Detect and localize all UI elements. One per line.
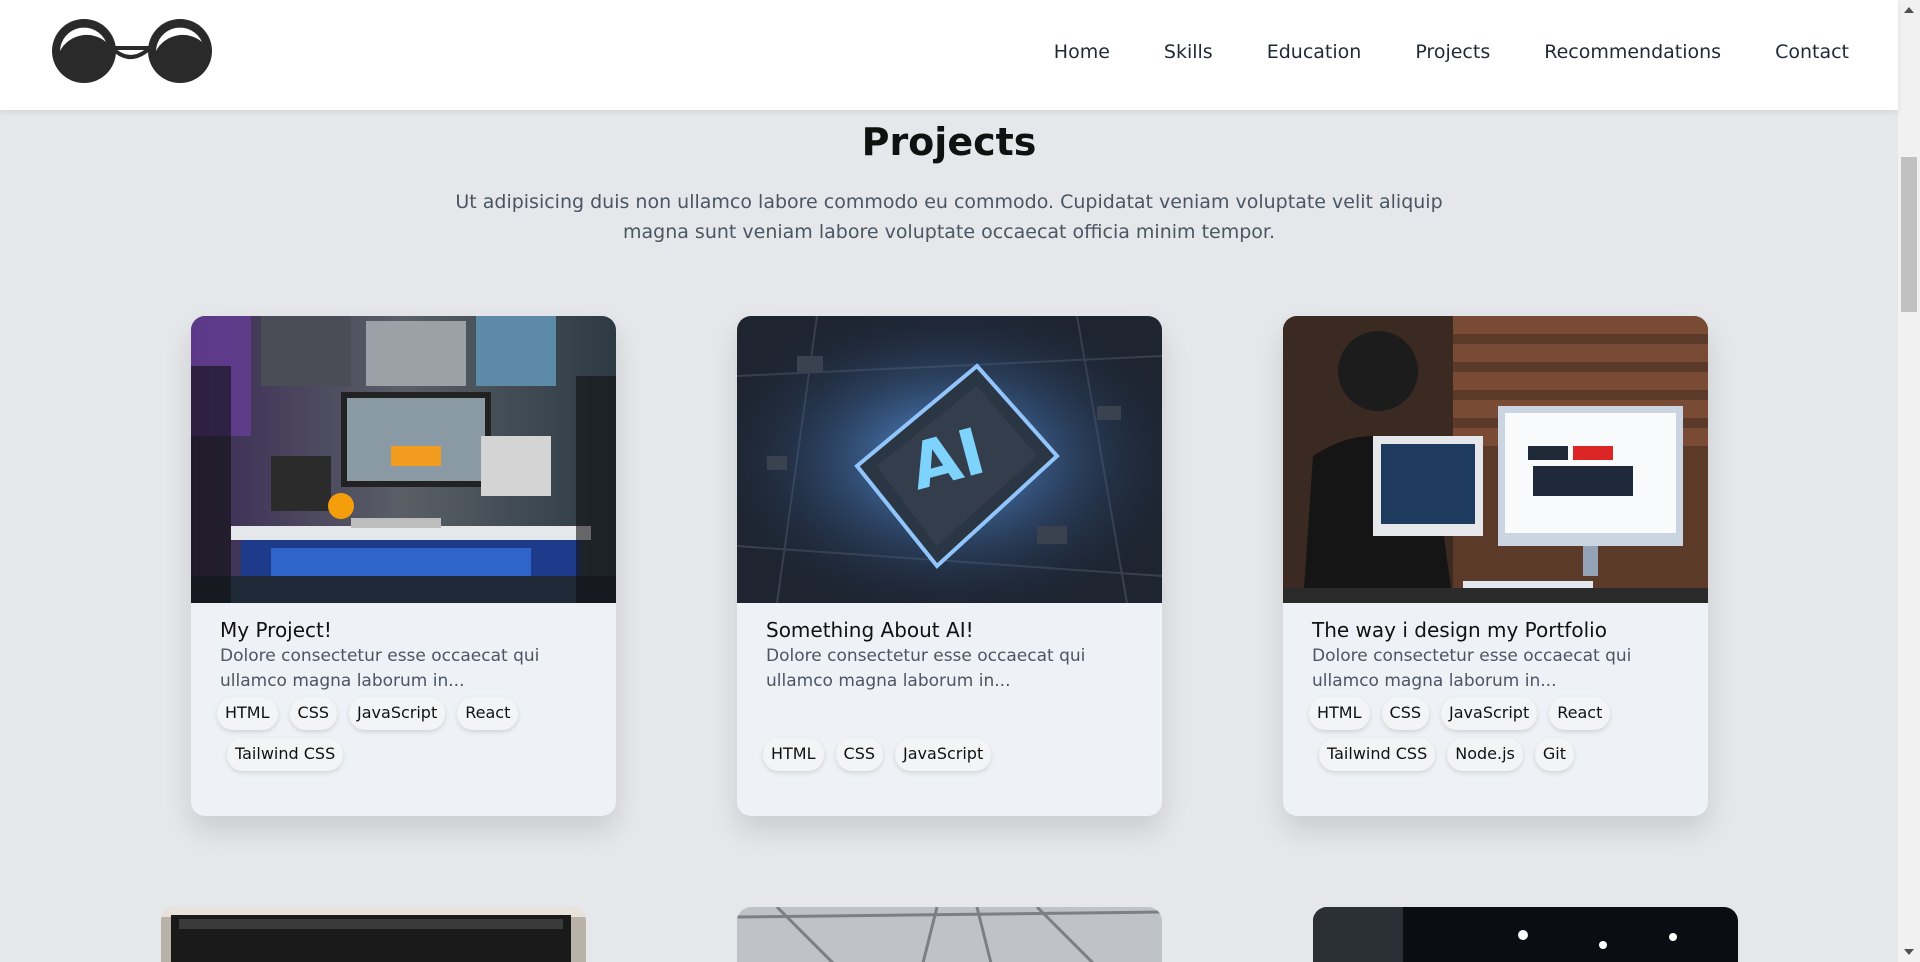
section-title: Projects bbox=[861, 120, 1037, 164]
tag: Tailwind CSS bbox=[227, 738, 344, 771]
tag: JavaScript bbox=[349, 697, 446, 730]
tag: Tailwind CSS bbox=[1319, 738, 1436, 771]
scroll-down-arrow-icon[interactable] bbox=[1898, 942, 1920, 962]
project-image-designer-at-desk bbox=[1283, 316, 1708, 603]
vertical-scrollbar[interactable] bbox=[1898, 0, 1920, 962]
project-card-partial[interactable] bbox=[1313, 907, 1738, 962]
nav-education[interactable]: Education bbox=[1267, 41, 1362, 63]
tag-list: HTML CSS JavaScript React Tailwind CSS bbox=[217, 697, 597, 779]
tag: React bbox=[457, 697, 519, 730]
project-description: Dolore consectetur esse occaecat qui ull… bbox=[766, 646, 1086, 691]
tag: CSS bbox=[835, 738, 884, 771]
project-description: Dolore consectetur esse occaecat qui ull… bbox=[1312, 646, 1632, 691]
tag: CSS bbox=[1381, 697, 1430, 730]
project-card[interactable]: AI Something About AI! Dolore consectetu… bbox=[737, 316, 1162, 816]
project-title: The way i design my Portfolio bbox=[1312, 618, 1607, 642]
tag-list: HTML CSS JavaScript React Tailwind CSS N… bbox=[1309, 697, 1689, 779]
nav-projects[interactable]: Projects bbox=[1415, 41, 1490, 63]
tag: Git bbox=[1534, 738, 1574, 771]
tag: JavaScript bbox=[895, 738, 992, 771]
nav-contact[interactable]: Contact bbox=[1775, 41, 1849, 63]
nav-home[interactable]: Home bbox=[1054, 41, 1110, 63]
main-nav: Home Skills Education Projects Recommend… bbox=[1000, 0, 1849, 104]
tag: React bbox=[1549, 697, 1611, 730]
nav-skills[interactable]: Skills bbox=[1164, 41, 1213, 63]
scrollbar-thumb[interactable] bbox=[1901, 157, 1917, 312]
project-image-desk-setup bbox=[191, 316, 616, 603]
project-card[interactable]: The way i design my Portfolio Dolore con… bbox=[1283, 316, 1708, 816]
tag: CSS bbox=[289, 697, 338, 730]
site-header: Home Skills Education Projects Recommend… bbox=[0, 0, 1898, 110]
glasses-logo-icon[interactable] bbox=[50, 16, 214, 86]
nav-recommendations[interactable]: Recommendations bbox=[1544, 41, 1721, 63]
tag-list: HTML CSS JavaScript bbox=[763, 738, 1143, 779]
section-description: Ut adipisicing duis non ullamco labore c… bbox=[455, 191, 1443, 243]
tag: Node.js bbox=[1447, 738, 1523, 771]
tag: JavaScript bbox=[1441, 697, 1538, 730]
project-image-ai-chip: AI bbox=[737, 316, 1162, 603]
project-description: Dolore consectetur esse occaecat qui ull… bbox=[220, 646, 540, 691]
project-title: My Project! bbox=[220, 618, 332, 642]
tag: HTML bbox=[217, 697, 278, 730]
tag: HTML bbox=[1309, 697, 1370, 730]
tag: HTML bbox=[763, 738, 824, 771]
project-card-partial[interactable] bbox=[161, 907, 586, 962]
project-card-partial[interactable] bbox=[737, 907, 1162, 962]
project-title: Something About AI! bbox=[766, 618, 974, 642]
scroll-up-arrow-icon[interactable] bbox=[1898, 0, 1920, 20]
project-card[interactable]: My Project! Dolore consectetur esse occa… bbox=[191, 316, 616, 816]
